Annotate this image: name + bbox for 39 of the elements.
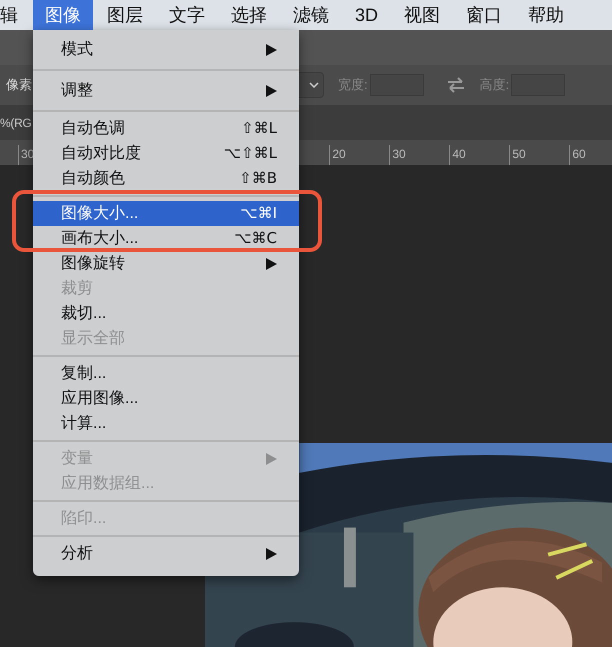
height-label: 高度:: [480, 76, 510, 94]
chevron-down-icon: [309, 82, 319, 88]
document-tab[interactable]: %(RG: [0, 114, 32, 132]
menu-item[interactable]: 应用图像...: [33, 386, 299, 411]
menu-item[interactable]: 分析: [33, 541, 299, 566]
ruler-label: 20: [329, 145, 390, 165]
shortcut-label: ⌥⌘C: [234, 228, 277, 250]
menu-item[interactable]: 自动对比度 ⌥⇧⌘L: [33, 141, 299, 166]
shortcut-label: ⇧⌘B: [239, 168, 277, 190]
menu-item[interactable]: 模式: [33, 37, 299, 62]
menu-item[interactable]: 自动色调 ⇧⌘L: [33, 116, 299, 141]
width-label: 宽度:: [338, 76, 368, 94]
menu-item[interactable]: 复制...: [33, 361, 299, 386]
units-label: 像素: [6, 76, 32, 94]
swap-icon[interactable]: [446, 77, 466, 93]
menu-item[interactable]: 裁切...: [33, 301, 299, 326]
shortcut-label: ⌥⇧⌘L: [224, 143, 277, 164]
menu-bar-item[interactable]: 辑: [0, 0, 33, 30]
shortcut-label: ⌥⌘I: [240, 203, 277, 224]
menu-item[interactable]: 自动颜色 ⇧⌘B: [33, 166, 299, 191]
menu-item[interactable]: 调整: [33, 78, 299, 103]
menu-bar-item[interactable]: 选择: [219, 0, 279, 30]
menu-bar-item[interactable]: 帮助: [516, 0, 576, 30]
menu-bar-item[interactable]: 图像: [33, 0, 93, 30]
menu-item[interactable]: 画布大小... ⌥⌘C: [33, 226, 299, 251]
shortcut-label: ⇧⌘L: [241, 118, 277, 140]
ruler-label: 40: [449, 145, 510, 165]
menu-item[interactable]: 图像旋转: [33, 251, 299, 276]
menu-item[interactable]: 图像大小... ⌥⌘I: [33, 201, 299, 226]
menu-bar-item[interactable]: 文字: [157, 0, 217, 30]
ruler-label: 60: [569, 145, 612, 165]
menu-bar-item[interactable]: 窗口: [454, 0, 514, 30]
menu-bar-item[interactable]: 视图: [392, 0, 452, 30]
ruler-label: 50: [509, 145, 570, 165]
ruler-label: 30: [389, 145, 450, 165]
menu-bar-item[interactable]: 3D: [343, 0, 390, 30]
menu-item[interactable]: 计算...: [33, 411, 299, 436]
menu-bar-item[interactable]: 图层: [95, 0, 155, 30]
menu-bar-item[interactable]: 滤镜: [281, 0, 341, 30]
